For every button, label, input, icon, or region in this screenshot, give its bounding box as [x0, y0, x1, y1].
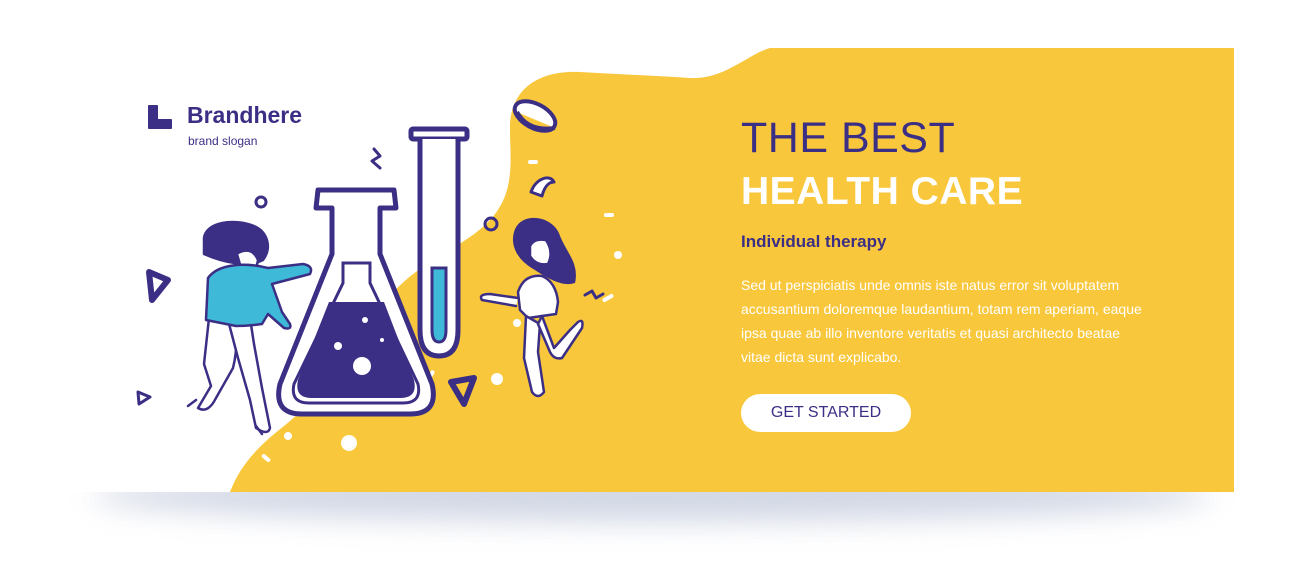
hero-banner: Brandhere brand slogan THE BEST HEALTH C…: [58, 48, 1234, 492]
brand-slogan: brand slogan: [188, 134, 258, 148]
brand-logo-icon: [148, 105, 172, 129]
zigzag: [370, 147, 382, 170]
small-circle: [254, 195, 268, 209]
brand-name: Brandhere: [187, 102, 303, 128]
subtitle: Individual therapy: [741, 232, 887, 251]
triangle-outline: [146, 269, 171, 303]
headline-line-2: HEALTH CARE: [741, 170, 1024, 213]
test-tube-icon: [408, 126, 470, 359]
body-paragraph: Sed ut perspiciatis unde omnis iste natu…: [741, 277, 1142, 365]
triangle-outline: [136, 390, 152, 406]
get-started-button[interactable]: GET STARTED: [741, 394, 911, 432]
headline-line-1: THE BEST: [741, 114, 956, 162]
